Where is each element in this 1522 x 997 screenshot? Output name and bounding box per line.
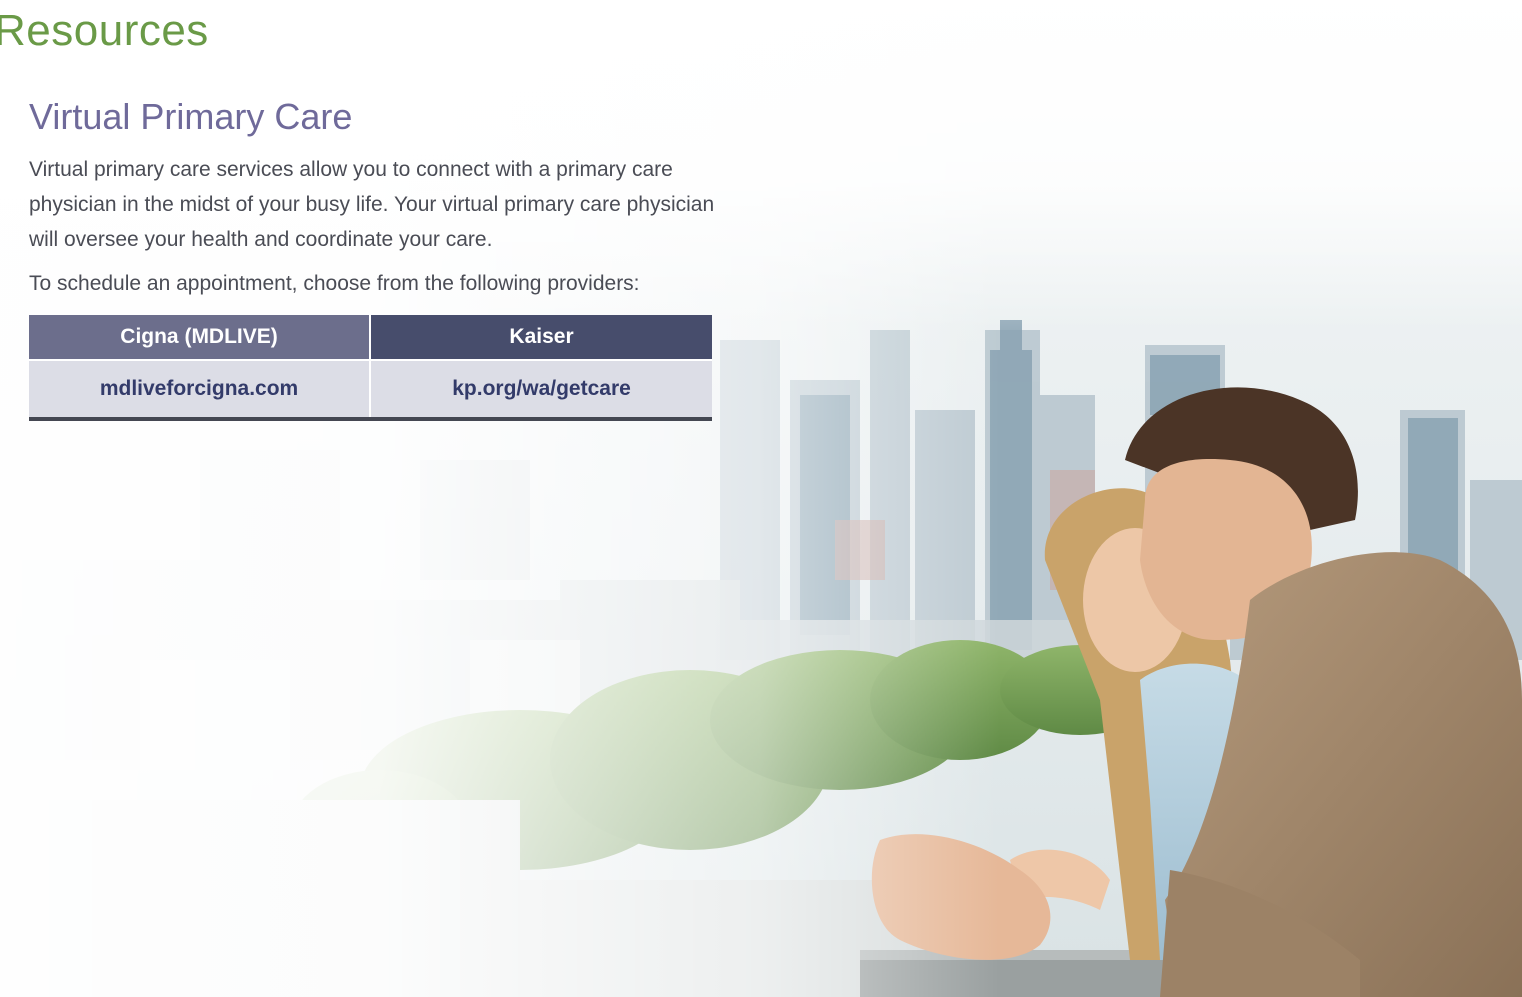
provider-link-cigna[interactable]: mdliveforcigna.com (29, 360, 372, 419)
section-description: Virtual primary care services allow you … (29, 158, 715, 251)
background-photo-couple-city-skyline (0, 0, 1522, 997)
table-header-row: Cigna (MDLIVE) Kaiser (29, 315, 712, 361)
provider-link-kaiser[interactable]: kp.org/wa/getcare (370, 360, 712, 419)
provider-header-cigna: Cigna (MDLIVE) (29, 315, 372, 361)
section-title-virtual-primary-care: Virtual Primary Care (29, 96, 353, 137)
page-title: Resources (0, 6, 209, 55)
table-row: mdliveforcigna.com kp.org/wa/getcare (29, 360, 712, 419)
resources-page: Resources Virtual Primary Care Virtual p… (0, 0, 1522, 997)
providers-table: Cigna (MDLIVE) Kaiser mdliveforcigna.com… (29, 315, 712, 421)
schedule-prompt: To schedule an appointment, choose from … (29, 272, 640, 295)
provider-header-kaiser: Kaiser (370, 315, 712, 361)
